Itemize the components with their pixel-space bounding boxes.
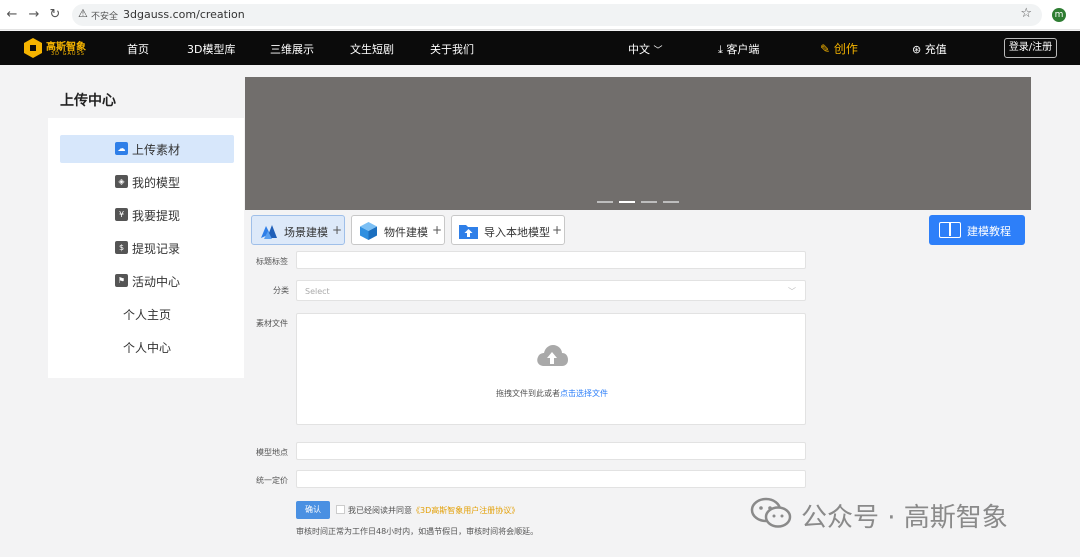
model-location-input[interactable] xyxy=(296,442,806,460)
sidebar-item-label: 我的模型 xyxy=(132,176,181,190)
object-model-button[interactable]: 物件建模 + xyxy=(351,215,445,245)
agreement-link[interactable]: 《3D高斯智象用户注册协议》 xyxy=(412,506,519,515)
logo-mark-icon xyxy=(24,38,42,58)
unified-price-label: 统一定价 xyxy=(256,476,288,485)
pencil-icon: ✎ xyxy=(820,42,831,56)
upload-center-title: 上传中心 xyxy=(60,93,116,109)
client-download[interactable]: ⤓ 客户端 xyxy=(718,41,759,57)
category-select[interactable]: Select ﹀ xyxy=(296,280,806,301)
chevron-down-icon: ﹀ xyxy=(653,46,663,56)
banner-carousel[interactable] xyxy=(245,77,1031,210)
folder-import-icon xyxy=(459,225,478,239)
site-header: 高斯智象 3D GAUSS 首页 3D模型库 三维展示 文生短剧 关于我们 中文… xyxy=(0,31,1080,65)
coin-icon: ⊛ xyxy=(912,43,922,56)
cloud-upload-icon xyxy=(537,345,568,366)
dropzone-text: 拖拽文件到此或者点击选择文件 xyxy=(297,388,807,399)
title-tag-input[interactable] xyxy=(296,251,806,269)
sidebar-item-upload[interactable]: ☁ 上传素材 xyxy=(60,135,234,163)
sidebar-item-label: 上传素材 xyxy=(132,143,181,157)
review-notice: 审核时间正常为工作日48小时内，如遇节假日，审核时间将会顺延。 xyxy=(296,527,539,536)
forward-arrow-icon[interactable]: → xyxy=(26,7,42,23)
bookmark-star-icon[interactable]: ☆ xyxy=(1020,6,1032,21)
flag-icon: ⚑ xyxy=(115,274,128,287)
download-icon: ⤓ xyxy=(718,43,723,56)
scene-model-button[interactable]: 场景建模 + xyxy=(251,215,345,245)
language-label: 中文 xyxy=(628,43,650,56)
insecure-label: 不安全 xyxy=(91,12,119,22)
unified-price-input[interactable] xyxy=(296,470,806,488)
category-label: 分类 xyxy=(273,286,289,295)
carousel-dot[interactable] xyxy=(663,201,679,203)
sidebar-item-profile-home[interactable]: 个人主页 xyxy=(60,300,234,328)
agree-checkbox[interactable] xyxy=(336,505,345,514)
wallet-icon: ¥ xyxy=(115,208,128,221)
carousel-dot[interactable] xyxy=(641,201,657,203)
browser-toolbar: ← → ↻ ⚠ 不安全 3dgauss.com/creation ☆ m xyxy=(0,0,1080,30)
object-model-label: 物件建模 xyxy=(384,226,428,239)
back-arrow-icon[interactable]: ← xyxy=(4,7,20,23)
agree-text: 我已经阅读并同意 xyxy=(348,506,412,515)
nav-short-drama[interactable]: 文生短剧 xyxy=(350,41,394,57)
book-icon xyxy=(939,222,961,238)
sidebar-item-withdraw[interactable]: ¥ 我要提现 xyxy=(60,201,234,229)
import-local-model-button[interactable]: 导入本地模型 + xyxy=(451,215,565,245)
sidebar-item-activity[interactable]: ⚑ 活动中心 xyxy=(60,267,234,295)
site-logo[interactable]: 高斯智象 3D GAUSS xyxy=(24,37,94,59)
import-local-model-label: 导入本地模型 xyxy=(484,226,550,239)
sidebar-item-label: 个人中心 xyxy=(123,341,172,355)
logo-subtitle: 3D GAUSS xyxy=(51,51,85,57)
watermark-text: 公众号 · 高斯智象 xyxy=(801,503,1008,533)
category-placeholder: Select xyxy=(305,287,330,296)
plus-icon: + xyxy=(552,223,563,237)
warning-icon: ⚠ xyxy=(78,7,88,20)
reload-icon[interactable]: ↻ xyxy=(47,7,63,23)
sidebar-item-label: 活动中心 xyxy=(132,275,181,289)
model-location-label: 模型地点 xyxy=(256,448,288,457)
nav-about[interactable]: 关于我们 xyxy=(430,41,474,57)
client-label: 客户端 xyxy=(726,43,760,56)
nav-home[interactable]: 首页 xyxy=(127,41,149,57)
material-file-label: 素材文件 xyxy=(256,319,288,328)
language-select[interactable]: 中文 ﹀ xyxy=(628,41,663,57)
create-link[interactable]: ✎ 创作 xyxy=(820,40,858,57)
sidebar-item-my-models[interactable]: ◈ 我的模型 xyxy=(60,168,234,196)
recharge-link[interactable]: ⊛ 充值 xyxy=(912,41,947,57)
nav-model-library[interactable]: 3D模型库 xyxy=(187,41,235,57)
cloud-upload-icon: ☁ xyxy=(115,142,128,155)
title-tag-label: 标题标签 xyxy=(256,257,288,266)
sidebar-item-label: 个人主页 xyxy=(123,308,172,322)
scene-model-label: 场景建模 xyxy=(284,226,328,239)
file-dropzone[interactable]: 拖拽文件到此或者点击选择文件 xyxy=(296,313,806,425)
nav-3d-display[interactable]: 三维展示 xyxy=(270,41,314,57)
url-text[interactable]: 3dgauss.com/creation xyxy=(123,8,245,21)
carousel-dot[interactable] xyxy=(597,201,613,203)
tutorial-label: 建模教程 xyxy=(967,225,1011,238)
create-label: 创作 xyxy=(833,42,858,56)
sidebar: ☁ 上传素材 ◈ 我的模型 ¥ 我要提现 $ 提现记录 ⚑ 活动中心 个人主页 … xyxy=(48,118,244,378)
sidebar-item-personal-center[interactable]: 个人中心 xyxy=(60,333,234,361)
sidebar-item-label: 我要提现 xyxy=(132,209,181,223)
login-button[interactable]: 登录/注册 xyxy=(1004,38,1057,58)
profile-avatar[interactable]: m xyxy=(1052,8,1066,22)
object-model-icon xyxy=(360,222,377,240)
plus-icon: + xyxy=(432,223,443,237)
sidebar-item-withdraw-records[interactable]: $ 提现记录 xyxy=(60,234,234,262)
modeling-tutorial-button[interactable]: 建模教程 xyxy=(929,215,1025,245)
plus-icon: + xyxy=(332,223,343,237)
cube-icon: ◈ xyxy=(115,175,128,188)
confirm-button[interactable]: 确认 xyxy=(296,501,330,519)
chevron-down-icon: ﹀ xyxy=(788,287,796,296)
agree-statement: 我已经阅读并同意《3D高斯智象用户注册协议》 xyxy=(348,505,519,516)
choose-file-link[interactable]: 点击选择文件 xyxy=(560,389,608,398)
drop-hint: 拖拽文件到此或者 xyxy=(496,389,560,398)
scene-model-icon xyxy=(261,225,277,239)
receipt-icon: $ xyxy=(115,241,128,254)
sidebar-item-label: 提现记录 xyxy=(132,242,181,256)
wechat-icon xyxy=(750,497,792,528)
address-bar[interactable]: ⚠ 不安全 3dgauss.com/creation ☆ xyxy=(72,4,1042,26)
carousel-dot-active[interactable] xyxy=(619,201,635,203)
recharge-label: 充值 xyxy=(924,43,947,56)
